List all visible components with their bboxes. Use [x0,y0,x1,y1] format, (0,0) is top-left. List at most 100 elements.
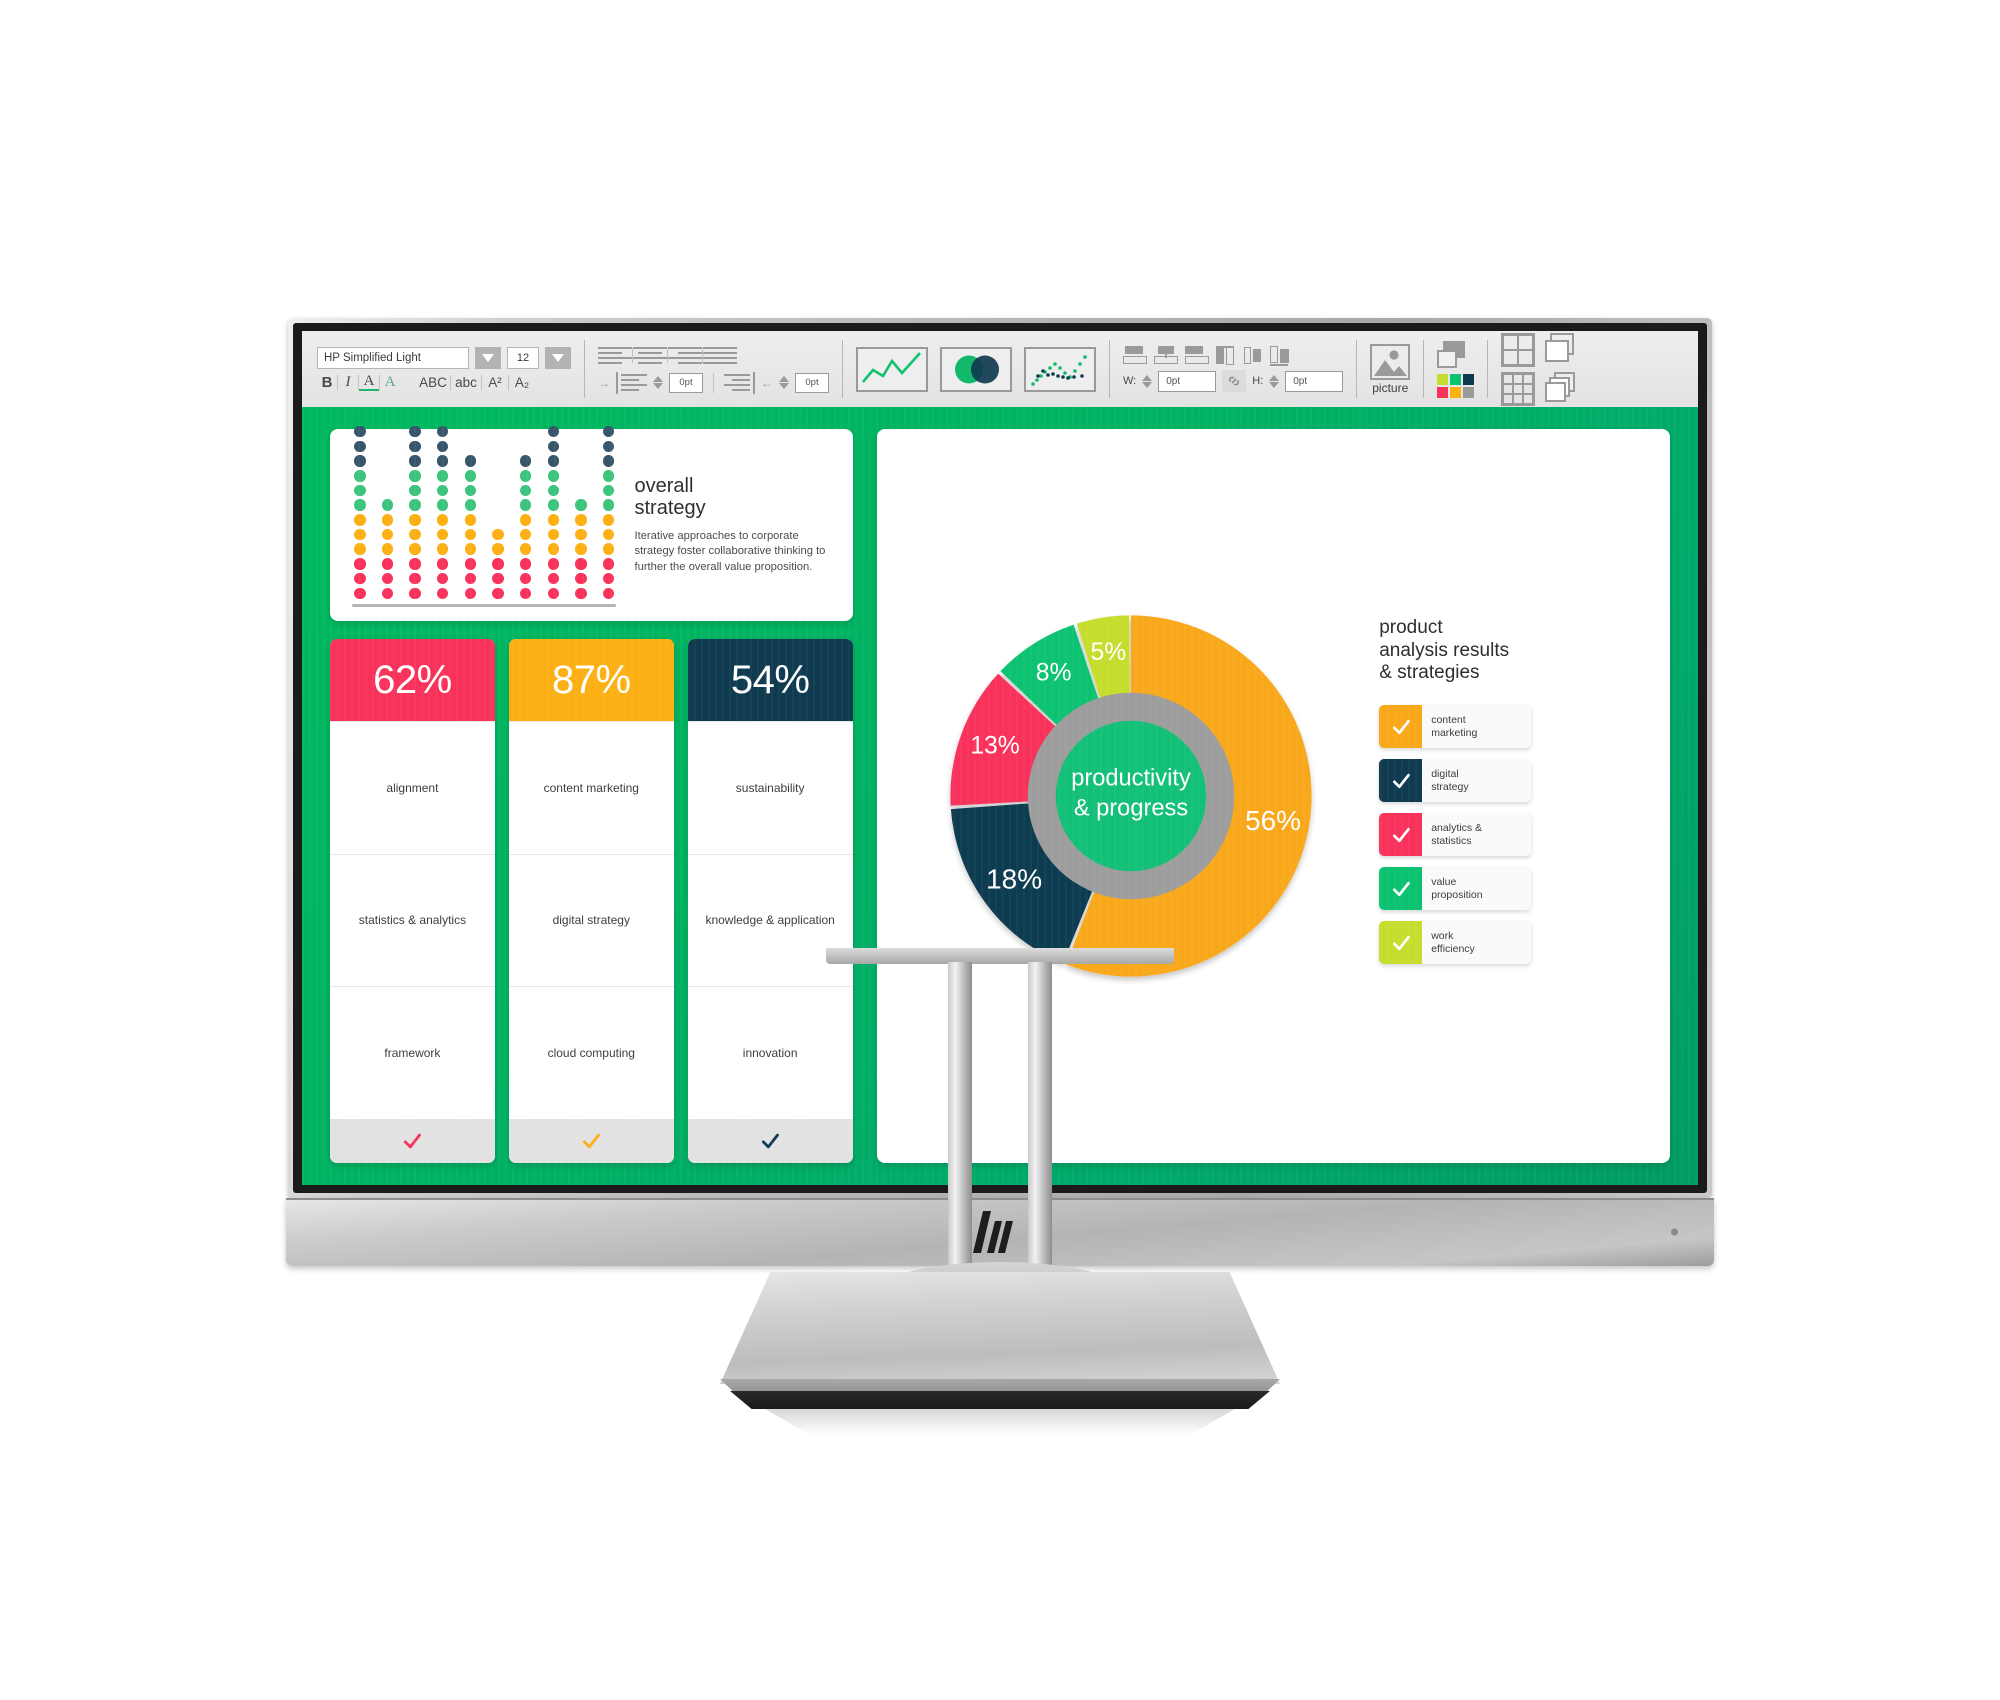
chart-dot [409,470,421,482]
percent-card-2-check[interactable] [508,1119,674,1163]
chart-dot [547,558,560,570]
percent-card-1-check[interactable] [330,1119,495,1163]
donut-slice-label: 56% [1245,805,1301,836]
align-left-obj-icon[interactable] [1216,346,1238,365]
align-middle-icon[interactable] [1154,346,1180,365]
dot-column [354,425,366,599]
chart-dot [354,499,366,511]
legend-label-line-1: content [1431,713,1466,726]
picture-label: picture [1372,380,1409,395]
lowercase-button[interactable]: abc [451,375,481,390]
align-justify-button[interactable] [703,345,737,367]
shapes-icon[interactable] [1437,340,1467,369]
donut-chart-svg: 56% 18% 13% 8% 5% productivity & progress [950,615,1312,977]
uppercase-button[interactable]: ABC [416,375,450,390]
italic-button[interactable]: I [338,374,358,391]
height-stepper[interactable] [1269,374,1280,388]
underline-button[interactable]: A [359,373,379,392]
align-top-icon[interactable] [1123,346,1149,365]
line-chart-icon[interactable] [856,346,928,392]
overall-strategy-body: Iterative approaches to corporate strate… [634,529,826,573]
divider [584,340,585,398]
legend-item-digital-strategy[interactable]: digital strategy [1379,759,1532,803]
title-line-1: product [1379,616,1443,638]
indent-increase-button[interactable] [616,371,647,394]
chart-dot [575,558,587,570]
font-family-input[interactable]: HP Simplified Light [317,346,469,369]
align-bottom-icon[interactable] [1185,346,1211,365]
chart-dot [492,543,504,555]
color-palette-icon[interactable] [1437,373,1475,398]
chart-dot [547,425,560,438]
legend-swatch [1379,813,1423,857]
indent-increase-value[interactable]: 0pt [669,372,703,393]
scatter-chart-icon[interactable] [1024,346,1096,392]
superscript-button[interactable]: A² [482,375,508,390]
indent-decrease-value[interactable]: 0pt [795,372,829,393]
table-3x3-icon[interactable] [1501,371,1536,406]
donut-center-label-line-2: & progress [1074,795,1188,821]
legend-item-work-efficiency[interactable]: work efficiency [1379,921,1532,965]
font-family-dropdown[interactable] [475,346,501,369]
check-icon [1392,827,1410,842]
subscript-button[interactable]: A₂ [509,375,535,390]
percent-card-1-header: 62% [330,639,495,721]
chart-dot [547,528,560,541]
chart-dot [409,528,421,541]
monitor-chin [286,1198,1714,1266]
chart-dot [519,528,532,541]
bold-button[interactable]: B [317,374,337,391]
indent-decrease-stepper[interactable] [779,376,789,389]
chart-dot [492,558,504,570]
chart-dot [519,470,532,482]
legend-item-analytics-statistics[interactable]: analytics & statistics [1379,813,1532,857]
percent-card-2-value: 87% [552,657,631,702]
font-size-dropdown[interactable] [545,346,571,369]
chart-dot [409,572,421,585]
legend-label-line-1: work [1431,929,1454,942]
align-left-button[interactable] [598,345,632,367]
percent-card-3[interactable]: 54% sustainability knowledge & applicati… [687,639,853,1163]
text-color-button[interactable]: A [380,374,400,391]
chart-dot [354,440,366,453]
chart-dot [602,587,615,599]
chart-dot [519,514,532,526]
width-input[interactable]: 0pt [1158,370,1217,392]
legend-label: value proposition [1422,867,1531,910]
percent-card-3-check[interactable] [687,1119,853,1163]
picture-button[interactable]: picture [1370,343,1411,395]
percent-card-1[interactable]: 62% alignment statistics & analytics fra… [330,639,495,1163]
dot-column [381,499,394,599]
align-center-obj-icon[interactable] [1243,346,1265,365]
chart-dot [464,543,477,555]
chart-dot [602,499,615,511]
copy-icon[interactable] [1545,332,1579,367]
height-input[interactable]: 0pt [1285,370,1344,392]
align-right-obj-icon[interactable] [1270,346,1292,366]
chart-dot [602,455,615,467]
stand-base-foot [730,1391,1270,1409]
percent-card-1-value: 62% [373,657,452,702]
font-size-input[interactable]: 12 [507,346,539,369]
table-2x2-icon[interactable] [1501,332,1536,367]
link-icon[interactable] [1222,370,1247,392]
legend-item-value-proposition[interactable]: value proposition [1379,867,1532,911]
percent-card-2[interactable]: 87% content marketing digital strategy c… [508,639,674,1163]
chart-dot [436,558,449,570]
width-stepper[interactable] [1142,374,1153,388]
duplicate-icon[interactable] [1545,371,1579,406]
indent-decrease-button[interactable] [724,371,755,394]
chart-dot [547,440,560,453]
divider [842,340,843,398]
align-right-button[interactable] [668,345,702,367]
title-line-2: analysis results [1379,639,1510,661]
chart-dot [381,558,394,570]
legend-item-content-marketing[interactable]: content marketing [1379,705,1532,749]
percent-card-2-row-2: digital strategy [508,853,674,987]
chart-dot [575,543,587,555]
align-center-button[interactable] [633,345,667,367]
divider [1487,340,1489,398]
indent-increase-stepper[interactable] [653,376,663,389]
venn-chart-icon[interactable] [940,346,1012,392]
chart-dot [492,572,504,585]
